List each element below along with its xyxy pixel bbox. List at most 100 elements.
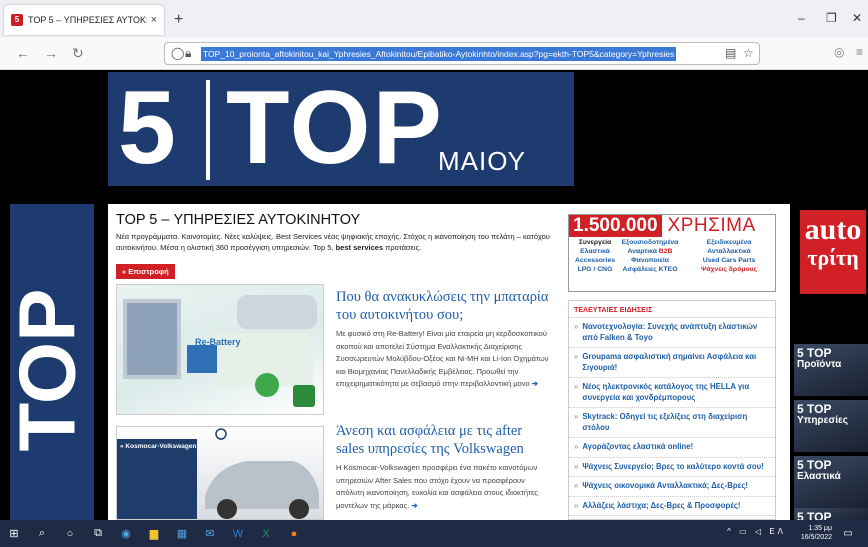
link-synergeia[interactable]: Συνεργεία [571, 239, 619, 246]
intro-bold: best services [335, 243, 384, 252]
reader-view-icon[interactable]: ▤ [725, 46, 736, 60]
pocket-icon[interactable]: ◎ [834, 45, 844, 59]
bullet-icon: » [574, 352, 579, 361]
top5-products-tile[interactable]: 5 TOP Προϊόντα [794, 344, 868, 396]
intro-part-2: προτάσεις. [385, 243, 422, 252]
link-anartika-label: Αναρτικά [627, 248, 657, 255]
clock-time: 1:35 μμ [808, 525, 832, 532]
excel-icon[interactable]: X [258, 528, 274, 540]
link-roads[interactable]: Ψάχνεις δρόμους [681, 266, 777, 273]
notification-icon[interactable]: ▭ [840, 528, 856, 539]
minimize-button[interactable]: – [798, 11, 805, 25]
news-item[interactable]: » Groupama ασφαλιστική σημαίνει Ασφάλεια … [569, 348, 775, 378]
language-indicator[interactable]: ΕΛ [769, 527, 786, 536]
news-item[interactable]: » Νανοτεχνολογία: Συνεχής ανάπτυξη ελαστι… [569, 318, 775, 348]
auto-logo-word: auto [804, 213, 862, 246]
news-item[interactable]: » Αγοράζοντας ελαστικά online! [569, 438, 775, 458]
link-exeidikeumena[interactable]: Εξειδικευμένα [681, 239, 777, 246]
cortana-icon[interactable]: ○ [62, 528, 78, 540]
bullet-icon: » [574, 382, 579, 391]
shield-icon[interactable]: ◯ [171, 46, 184, 60]
windows-start-icon[interactable]: ⊞ [6, 527, 22, 540]
tile-heading: 5 TOP [797, 458, 832, 472]
clock-date: 16/5/2022 [800, 534, 832, 541]
system-clock[interactable]: 1:35 μμ 16/5/2022 [801, 524, 832, 542]
news-item-text: Αλλάζεις λάστιχα; Δες-Βρες & Προσφορές! [582, 500, 741, 510]
left-banner-text: TOP [10, 288, 92, 452]
network-icon[interactable]: ▭ [739, 527, 750, 536]
hero-banner[interactable]: 5 TOP ΜΑΙΟΥ [108, 70, 574, 186]
back-icon[interactable]: ← [16, 45, 30, 61]
latest-news-box: ΤΕΛΕΥΤΑΙΕΣ ΕΙΔΗΣΕΙΣ » Νανοτεχνολογία: Συν… [568, 300, 776, 520]
link-antallaktika[interactable]: Ανταλλακτικά [681, 248, 777, 255]
top5-tile-4[interactable]: 5 TOP [794, 508, 868, 520]
page-title: TOP 5 – ΥΠΗΡΕΣΙΕΣ ΑΥΤΟΚΙΝΗΤΟΥ [116, 212, 361, 228]
store-icon[interactable]: ▦ [174, 527, 190, 540]
auto-triti-logo[interactable]: auto τρίτη [800, 210, 866, 294]
back-button[interactable]: « Επιστροφή [116, 264, 175, 279]
tab-title: TOP 5 – ΥΠΗΡΕΣΙΕΣ ΑΥΤΟΚΙΝΗ [28, 15, 147, 25]
close-window-button[interactable]: ✕ [852, 11, 862, 25]
article-title-2[interactable]: Άνεση και ασφάλεια με τις after sales υπ… [336, 422, 550, 458]
forward-icon[interactable]: → [44, 45, 58, 61]
auto-logo-subword: τρίτη [807, 245, 859, 270]
read-more-arrow-icon[interactable]: ➔ [532, 379, 538, 388]
link-elastika[interactable]: Ελαστικά [571, 248, 619, 255]
useful-directory-box: 1.500.000 ΧΡΗΣΙΜΑ Συνεργεία Εξουσιοδοτημ… [568, 214, 776, 292]
article-title-1[interactable]: Που θα ανακυκλώσεις την μπαταρία του αυτ… [336, 288, 550, 324]
news-item[interactable]: » Ψάχνεις Συνεργείο; Βρες το καλύτερο κον… [569, 458, 775, 477]
address-bar[interactable]: ◯ 🔒︎ TOP_10_proionta_aftokinitou_kai_Yph… [164, 42, 760, 65]
article-thumbnail-volkswagen[interactable]: « Kosmocar-Volkswagen [116, 426, 324, 520]
favicon-icon: 5 [11, 14, 23, 26]
file-explorer-icon[interactable]: ▆ [146, 527, 162, 540]
volume-icon[interactable]: ◁ [755, 527, 764, 536]
url-text[interactable]: TOP_10_proionta_aftokinitou_kai_Yphresie… [201, 47, 677, 61]
link-used-cars-parts[interactable]: Used Cars Parts [681, 257, 777, 264]
news-item-text: Νανοτεχνολογία: Συνεχής ανάπτυξη ελαστικ… [582, 322, 758, 342]
news-item[interactable]: » Skytrack: Οδηγεί τις εξελίξεις στη διαχ… [569, 408, 775, 438]
bullet-icon: » [574, 322, 579, 331]
mail-icon[interactable]: ✉ [202, 527, 218, 540]
news-item[interactable]: » Νέος ηλεκτρονικός κατάλογος της HELLA γ… [569, 378, 775, 408]
bullet-icon: » [574, 481, 579, 490]
menu-icon[interactable]: ≡ [856, 45, 863, 59]
top5-services-tile[interactable]: 5 TOP Υπηρεσίες [794, 400, 868, 452]
rebattery-label: Re-Battery [195, 337, 241, 347]
reload-icon[interactable]: ↻ [72, 45, 84, 62]
link-lpg-cng[interactable]: LPG / CNG [571, 266, 619, 273]
link-fanopoieia[interactable]: Φανοποιεία [619, 257, 681, 264]
hero-month: ΜΑΙΟΥ [438, 146, 526, 176]
windows-taskbar: ⊞ ⌕ ○ ⧉ ◉ ▆ ▦ ✉ W X ● ^ ▭ ◁ ΕΛ 1:35 μμ 1… [0, 520, 868, 547]
browser-tab[interactable]: 5 TOP 5 – ΥΠΗΡΕΣΙΕΣ ΑΥΤΟΚΙΝΗ × [4, 5, 164, 35]
word-icon[interactable]: W [230, 528, 246, 540]
read-more-arrow-icon-2[interactable]: ➔ [411, 501, 417, 510]
link-anartika[interactable]: Αναρτικά B2B [619, 248, 681, 255]
news-item-text: Skytrack: Οδηγεί τις εξελίξεις στη διαχε… [582, 412, 748, 432]
firefox-icon[interactable]: ● [286, 528, 302, 540]
bookmark-star-icon[interactable]: ☆ [743, 46, 754, 60]
link-exousiodotimena[interactable]: Εξουσιοδοτημένα [619, 239, 681, 246]
link-accessories[interactable]: Accessories [571, 257, 619, 264]
navigation-bar: ← → ↻ ◯ 🔒︎ TOP_10_proionta_aftokinitou_k… [0, 37, 868, 70]
hero-divider [206, 80, 210, 180]
news-item[interactable]: » Ψάχνεις οικονομικά Ανταλλακτικά; Δες-Βρ… [569, 477, 775, 497]
tab-close-icon[interactable]: × [151, 14, 157, 26]
rebattery-illustration [123, 295, 317, 407]
news-heading: ΤΕΛΕΥΤΑΙΕΣ ΕΙΔΗΣΕΙΣ [569, 301, 775, 318]
system-tray[interactable]: ^ ▭ ◁ ΕΛ [727, 527, 786, 536]
search-icon[interactable]: ⌕ [34, 527, 50, 540]
directory-header[interactable]: 1.500.000 ΧΡΗΣΙΜΑ [569, 215, 775, 237]
new-tab-button[interactable]: + [174, 11, 183, 29]
directory-word: ΧΡΗΣΙΜΑ [667, 215, 756, 236]
news-item[interactable]: » Αλλάζεις λάστιχα; Δες-Βρες & Προσφορές! [569, 497, 775, 516]
edge-icon[interactable]: ◉ [118, 527, 134, 540]
left-banner[interactable]: TOP [10, 204, 94, 520]
task-view-icon[interactable]: ⧉ [90, 527, 106, 540]
news-item-text: Αγοράζοντας ελαστικά online! [582, 442, 694, 451]
chevron-up-icon[interactable]: ^ [727, 527, 734, 536]
top5-tyres-tile[interactable]: 5 TOP Ελαστικά [794, 456, 868, 508]
restore-button[interactable]: ❐ [826, 11, 837, 25]
lock-icon[interactable]: 🔒︎ [185, 46, 191, 61]
article-thumbnail-rebattery[interactable]: Re-Battery [116, 284, 324, 415]
link-asfaleies-kteo[interactable]: Ασφάλειες ΚΤΕΟ [619, 266, 681, 273]
